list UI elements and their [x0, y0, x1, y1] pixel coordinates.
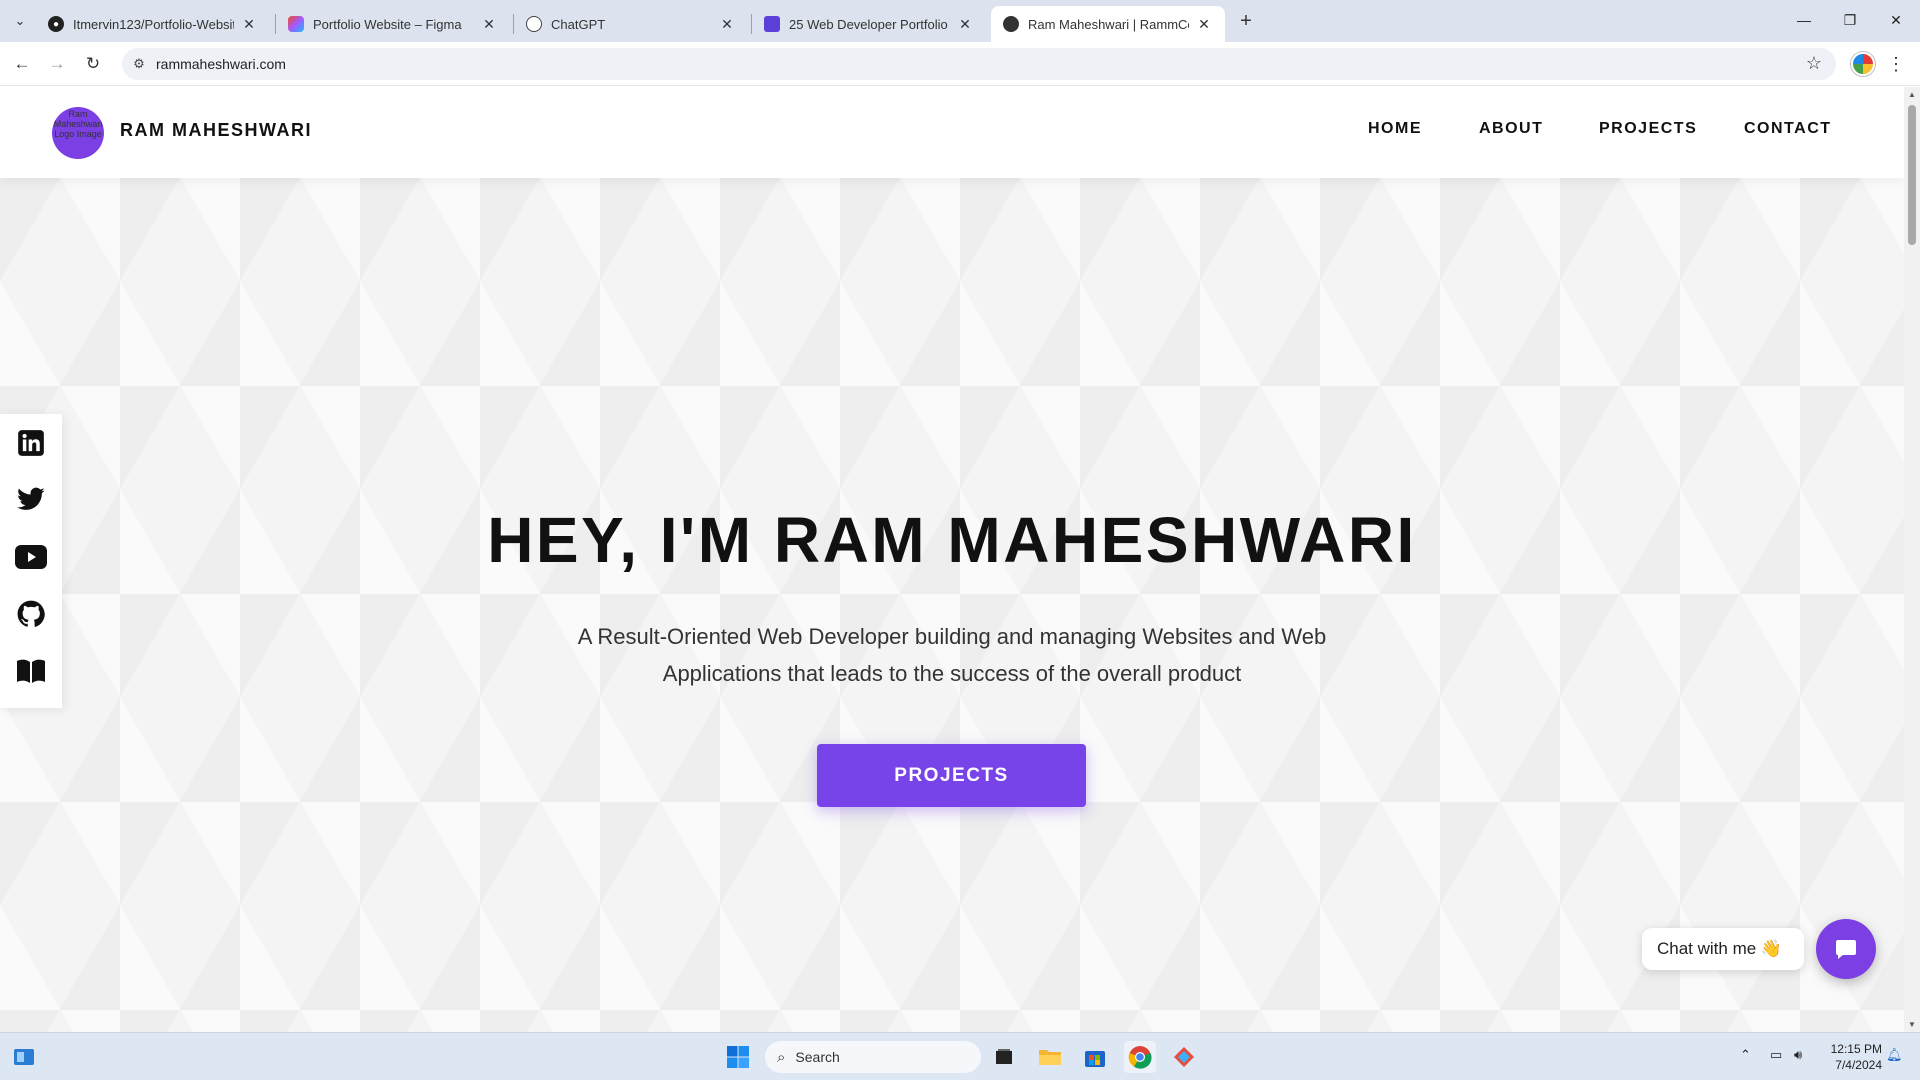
search-icon: ⌕ — [777, 1048, 786, 1066]
close-window-icon[interactable]: ✕ — [1873, 0, 1919, 40]
url-bar[interactable]: ⚙ rammaheshwari.com ☆ — [122, 48, 1836, 80]
scroll-up-icon[interactable]: ▲ — [1908, 90, 1916, 99]
browser-tab-bar: ⌄ ● Itmervin123/Portfolio-Website- ✕ Por… — [0, 0, 1920, 42]
browser-tab[interactable]: Portfolio Website – Figma ✕ — [276, 6, 510, 42]
chat-bubble-icon — [1836, 940, 1856, 959]
tab-title: Ram Maheshwari | RammCodes — [1028, 16, 1189, 32]
browser-tab[interactable]: ChatGPT ✕ — [514, 6, 748, 42]
back-icon[interactable]: ← — [8, 50, 36, 78]
taskbar-search[interactable]: ⌕ Search — [765, 1041, 981, 1073]
nav-link-about[interactable]: ABOUT — [1479, 120, 1543, 138]
taskbar: ⌕ Search ⌃ ▭ 🔊︎ 12:15 PM 7/4/2024 🔔︎ — [0, 1032, 1920, 1080]
scrollbar-thumb[interactable] — [1908, 105, 1916, 245]
minimize-icon[interactable]: — — [1781, 0, 1827, 40]
close-tab-icon[interactable]: ✕ — [240, 15, 258, 33]
openai-icon — [526, 16, 542, 32]
linkedin-icon[interactable] — [15, 427, 47, 459]
tab-title: Portfolio Website – Figma — [313, 16, 462, 32]
tab-search-button[interactable]: ⌄ — [6, 8, 34, 34]
clock-date: 7/4/2024 — [1835, 1058, 1882, 1072]
page-scrollbar[interactable]: ▲ ▼ — [1904, 87, 1920, 1032]
browser-tab[interactable]: ● Itmervin123/Portfolio-Website- ✕ — [36, 6, 270, 42]
nav-link-home[interactable]: HOME — [1368, 120, 1422, 138]
tab-title: ChatGPT — [551, 16, 606, 32]
tab-title: 25 Web Developer Portfolio Exa — [789, 16, 950, 32]
nav-link-contact[interactable]: CONTACT — [1744, 120, 1832, 138]
widgets-icon[interactable] — [8, 1041, 40, 1073]
browser-tab[interactable]: 25 Web Developer Portfolio Exa ✕ — [752, 6, 986, 42]
file-explorer-icon[interactable] — [1034, 1041, 1066, 1073]
menu-kebab-icon[interactable]: ⋮ — [1886, 52, 1906, 76]
site-brand[interactable]: RAM MAHESHWARI — [120, 120, 312, 141]
system-clock[interactable]: 12:15 PM 7/4/2024 — [1820, 1041, 1882, 1073]
bookmark-star-icon[interactable]: ☆ — [1806, 53, 1822, 74]
github-icon: ● — [48, 16, 64, 32]
webflow-icon — [764, 16, 780, 32]
scroll-down-icon[interactable]: ▼ — [1908, 1020, 1916, 1029]
site-header: Ram Maheshwari Logo Image RAM MAHESHWARI… — [0, 87, 1904, 178]
close-tab-icon[interactable]: ✕ — [956, 15, 974, 33]
site-logo[interactable]: Ram Maheshwari Logo Image — [52, 107, 104, 159]
chat-prompt-bubble[interactable]: Chat with me 👋 — [1642, 928, 1804, 970]
close-tab-icon[interactable]: ✕ — [718, 15, 736, 33]
windows-start-icon[interactable] — [722, 1041, 754, 1073]
hero-title: HEY, I'M RAM MAHESHWARI — [487, 504, 1417, 576]
url-text[interactable]: rammaheshwari.com — [156, 56, 286, 72]
search-placeholder: Search — [795, 1049, 840, 1065]
browser-tab-active[interactable]: Ram Maheshwari | RammCodes ✕ — [991, 6, 1225, 42]
tab-title: Itmervin123/Portfolio-Website- — [73, 16, 234, 32]
book-icon[interactable] — [15, 655, 47, 687]
notification-bell-icon[interactable]: 🔔︎ — [1886, 1047, 1903, 1063]
close-tab-icon[interactable]: ✕ — [480, 15, 498, 33]
profile-favicon-icon — [1003, 16, 1019, 32]
chrome-icon[interactable] — [1124, 1041, 1156, 1073]
figma-icon — [288, 16, 304, 32]
app-launcher-icon[interactable] — [1168, 1041, 1200, 1073]
page-viewport: Ram Maheshwari Logo Image RAM MAHESHWARI… — [0, 87, 1904, 1032]
tray-overflow-icon[interactable]: ⌃ — [1740, 1047, 1751, 1063]
chat-launcher-button[interactable] — [1816, 919, 1876, 979]
restore-icon[interactable]: ❐ — [1827, 0, 1873, 40]
hero-subtitle: A Result-Oriented Web Developer building… — [577, 624, 1327, 686]
task-view-icon[interactable] — [988, 1041, 1020, 1073]
network-icon[interactable]: ▭ — [1770, 1047, 1782, 1063]
site-info-icon[interactable]: ⚙ — [122, 56, 156, 72]
hero-section: HEY, I'M RAM MAHESHWARI A Result-Oriente… — [0, 178, 1904, 1032]
nav-link-projects[interactable]: PROJECTS — [1599, 120, 1697, 138]
new-tab-button[interactable]: + — [1232, 8, 1260, 34]
reload-icon[interactable]: ↻ — [79, 50, 107, 78]
social-sidebar — [0, 414, 62, 708]
close-tab-icon[interactable]: ✕ — [1195, 15, 1213, 33]
github-icon[interactable] — [15, 598, 47, 630]
profile-avatar[interactable] — [1851, 52, 1875, 76]
youtube-icon[interactable] — [15, 541, 47, 573]
clock-time: 12:15 PM — [1830, 1042, 1882, 1056]
volume-icon[interactable]: 🔊︎ — [1794, 1047, 1802, 1063]
address-bar-row: ← → ↻ ⚙ rammaheshwari.com ☆ ⋮ — [0, 42, 1920, 86]
twitter-icon[interactable] — [15, 484, 47, 516]
projects-button[interactable]: PROJECTS — [817, 744, 1086, 807]
microsoft-store-icon[interactable] — [1079, 1041, 1111, 1073]
forward-icon[interactable]: → — [43, 50, 71, 78]
